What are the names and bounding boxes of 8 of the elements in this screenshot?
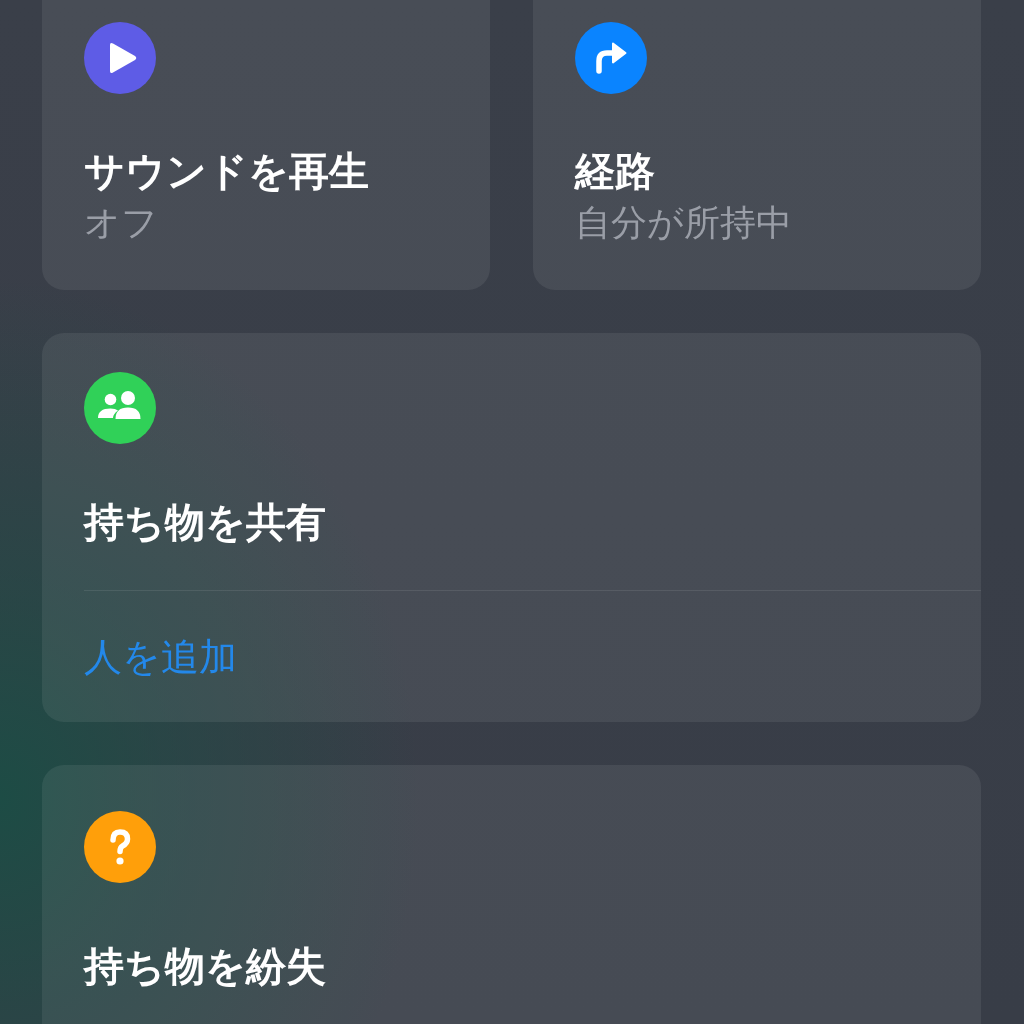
card-title: 持ち物を共有 — [84, 498, 326, 547]
tile-status: オフ — [84, 201, 158, 245]
tile-title: サウンドを再生 — [84, 147, 369, 196]
card-title: 持ち物を紛失 — [84, 942, 326, 991]
action-tile[interactable]: 経路 自分が所持中 — [533, 0, 981, 290]
tile-title: 経路 — [575, 147, 655, 196]
tile-status: 自分が所持中 — [575, 201, 792, 245]
action-tile[interactable]: サウンドを再生 オフ — [42, 0, 490, 290]
